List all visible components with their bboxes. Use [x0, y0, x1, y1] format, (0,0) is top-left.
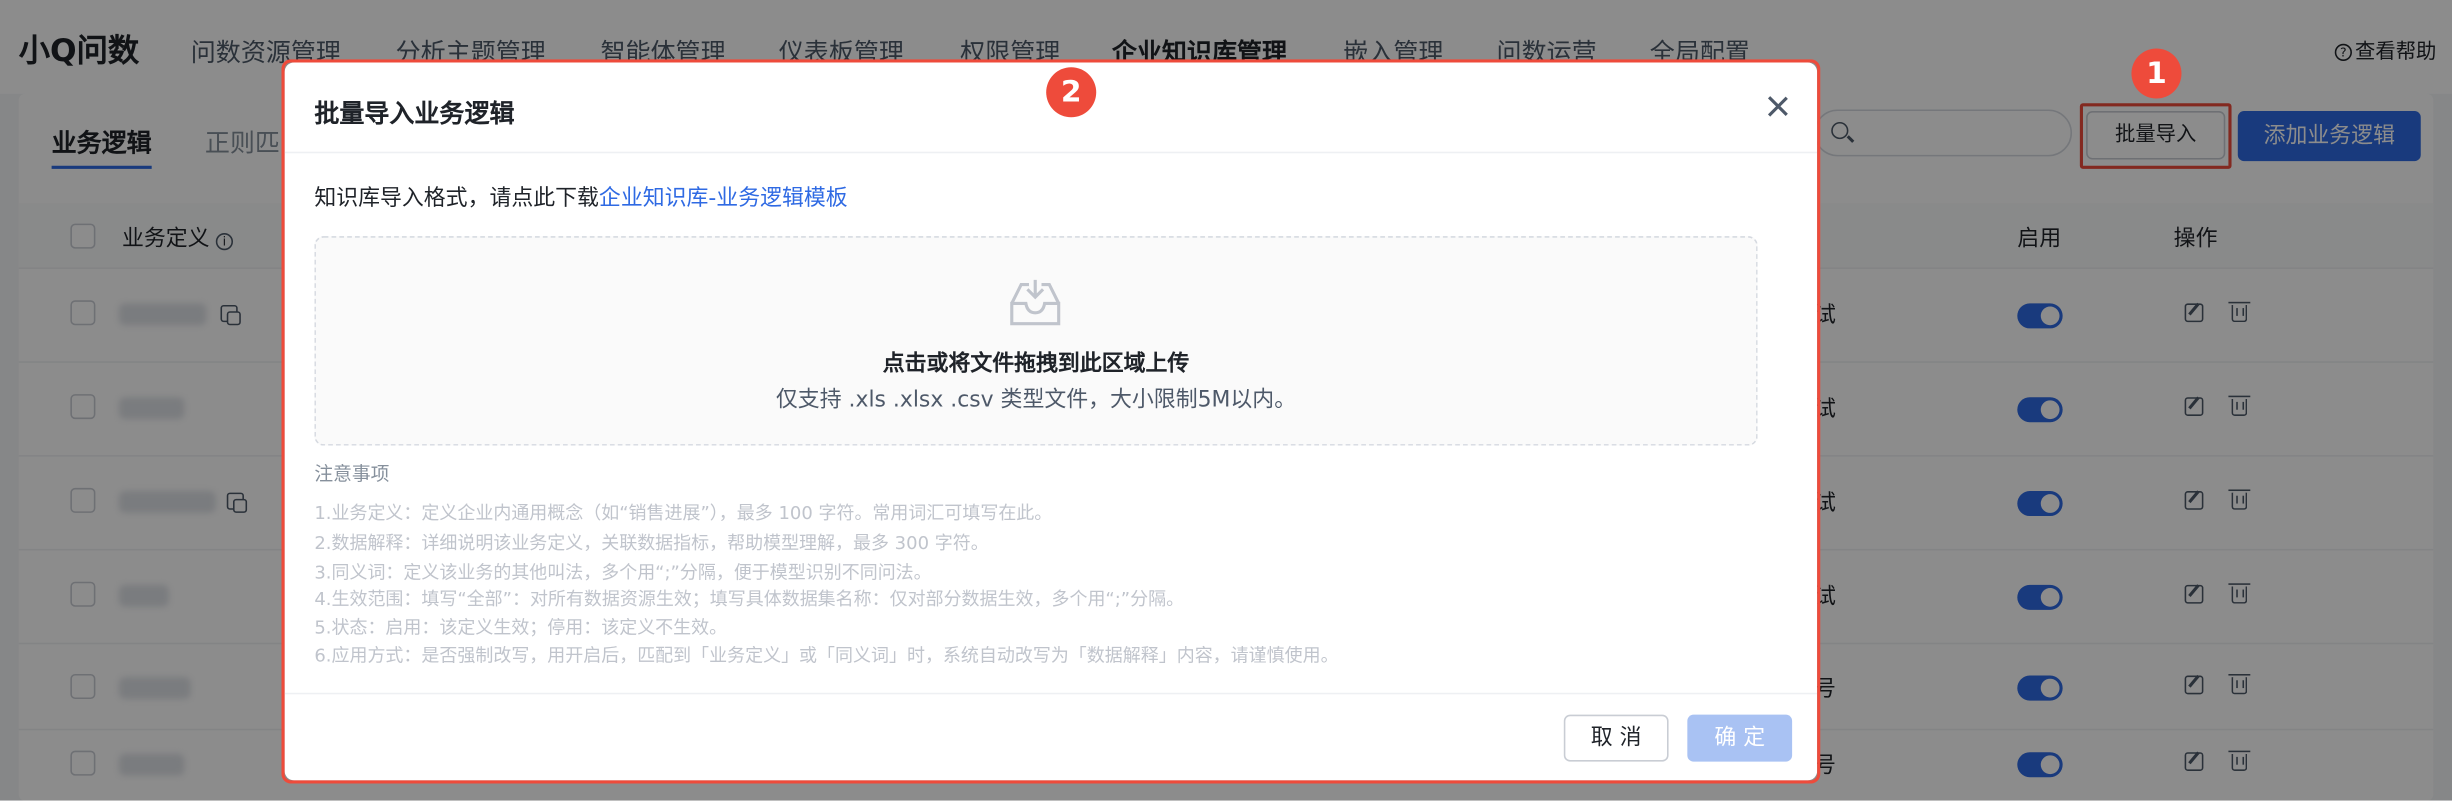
- annotation-badge-1: 1: [2131, 48, 2182, 99]
- annotation-highlight-2: [281, 59, 1821, 784]
- annotation-badge-2: 2: [1046, 67, 1097, 118]
- app-stage: 小Q问数 问数资源管理 分析主题管理 智能体管理 仪表板管理 权限管理 企业知识…: [0, 0, 2452, 801]
